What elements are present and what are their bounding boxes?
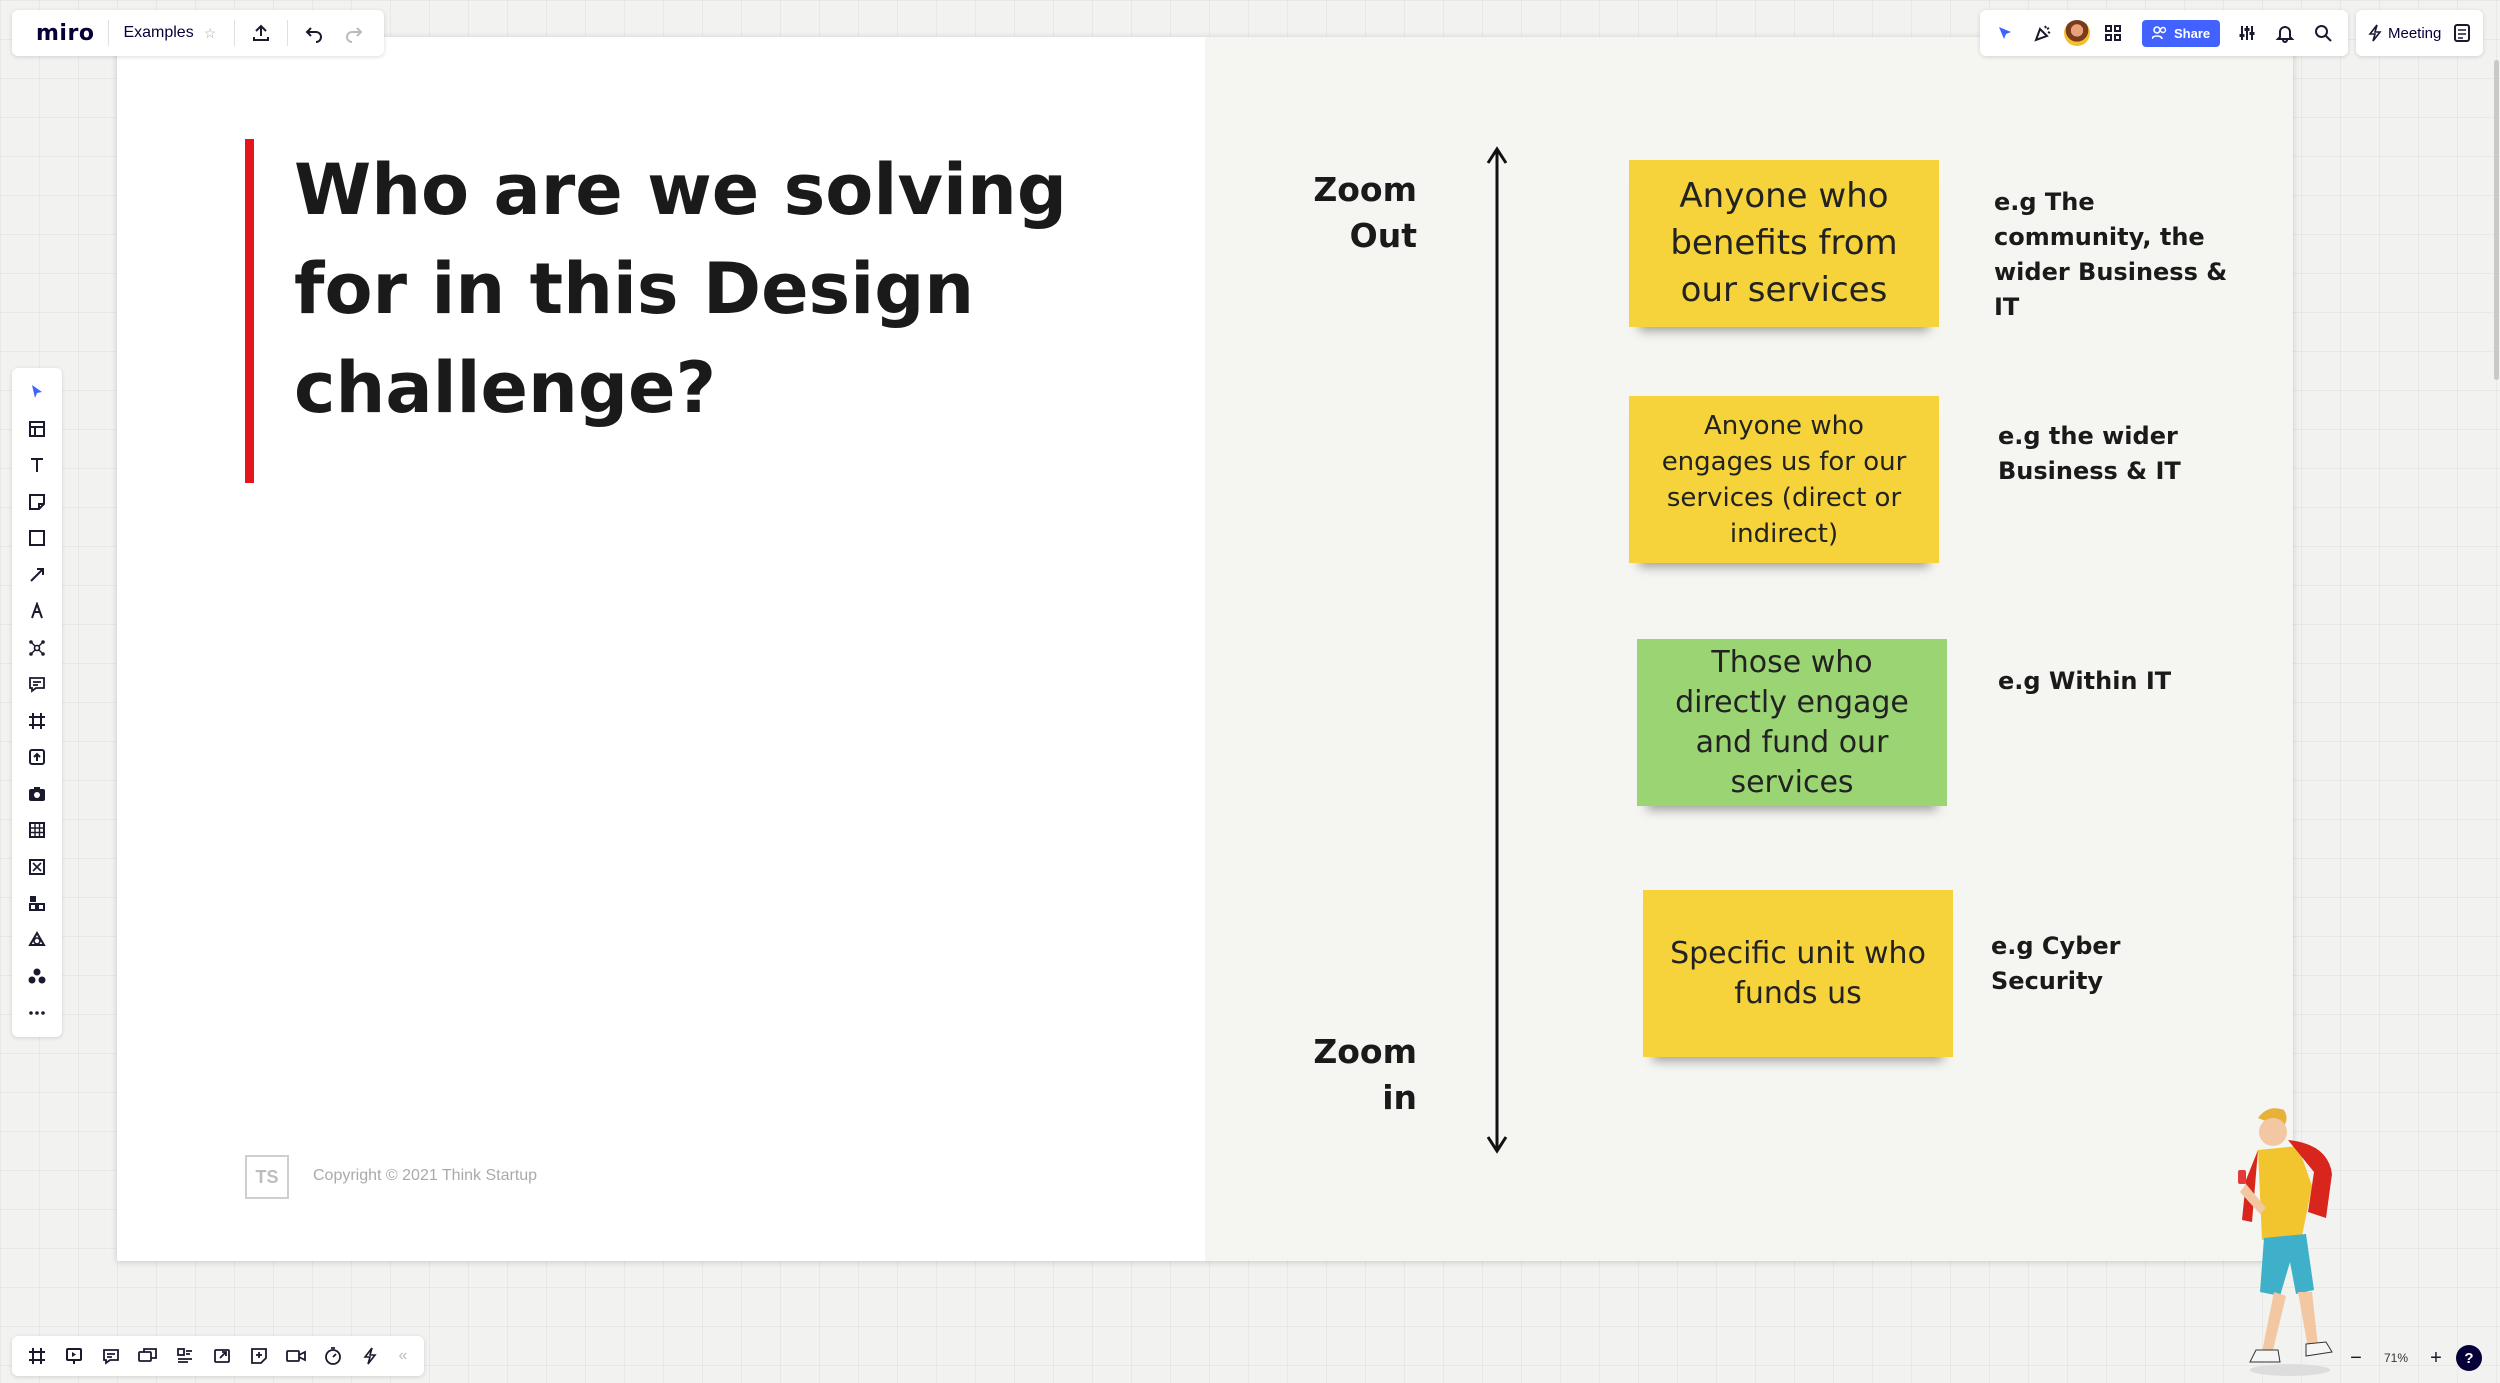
frame-icon[interactable]	[12, 703, 62, 740]
apps-grid-icon[interactable]	[2094, 13, 2132, 53]
zoom-in-button[interactable]: +	[2422, 1343, 2450, 1373]
select-icon[interactable]	[12, 374, 62, 411]
lightning-icon	[2368, 24, 2382, 42]
more-icon[interactable]	[12, 995, 62, 1032]
example-note[interactable]: e.g Within IT	[1998, 664, 2238, 699]
collaboration-bottom-toolbar: «	[12, 1336, 424, 1376]
upload-icon[interactable]	[12, 739, 62, 776]
share-label: Share	[2174, 25, 2211, 41]
search-icon[interactable]	[2306, 13, 2340, 53]
zoom-controls: − 71% + ?	[2336, 1340, 2488, 1376]
sticky-note[interactable]: Those who directly engage and fund our s…	[1637, 639, 1947, 806]
redo-icon[interactable]	[334, 13, 374, 53]
video-icon[interactable]	[277, 1336, 314, 1376]
bell-icon[interactable]	[2268, 13, 2302, 53]
sticky-note-text: Anyone who benefits from our services	[1670, 176, 1898, 310]
activity-icon[interactable]	[351, 1336, 388, 1376]
more-apps-icon[interactable]	[12, 958, 62, 995]
zoom-level[interactable]: 71%	[2376, 1351, 2416, 1365]
meeting-toolbar: Meeting	[2356, 10, 2484, 56]
users-icon	[2152, 26, 2167, 40]
miro-logo[interactable]: miro	[22, 21, 108, 46]
sticky-capture-icon[interactable]	[240, 1336, 277, 1376]
board-header: miro Examples ☆	[12, 10, 385, 56]
timer-icon[interactable]	[314, 1336, 351, 1376]
help-icon[interactable]: ?	[2456, 1345, 2482, 1371]
upload-icon[interactable]	[241, 13, 281, 53]
frames-icon[interactable]	[18, 1336, 55, 1376]
comments-icon[interactable]	[92, 1336, 129, 1376]
comment-icon[interactable]	[12, 666, 62, 703]
undo-icon[interactable]	[294, 13, 334, 53]
vertical-scrollbar[interactable]	[2494, 60, 2499, 380]
sticky-note-text: Anyone who engages us for our services (…	[1661, 410, 1907, 549]
screenshot-icon[interactable]	[12, 776, 62, 813]
collapse-icon[interactable]: «	[388, 1347, 418, 1365]
meeting-label: Meeting	[2388, 24, 2442, 42]
sticky-note[interactable]: Specific unit who funds us	[1643, 890, 1953, 1057]
example-note[interactable]: e.g the wider Business & IT	[1998, 419, 2198, 489]
example-note[interactable]: e.g Cyber Security	[1991, 929, 2231, 999]
zoom-out-button[interactable]: −	[2342, 1343, 2370, 1373]
board-name[interactable]: Examples	[108, 20, 199, 46]
sticky-note-text: Those who directly engage and fund our s…	[1675, 644, 1909, 800]
divider	[287, 20, 289, 46]
cards-icon[interactable]	[166, 1336, 203, 1376]
chat-icon[interactable]	[129, 1336, 166, 1376]
sliders-icon[interactable]	[2230, 13, 2264, 53]
cursor-follow-icon[interactable]	[1988, 13, 2022, 53]
divider	[234, 20, 236, 46]
zoom-out-label[interactable]: Zoom Out	[1277, 167, 1417, 259]
sticky-note-icon[interactable]	[12, 484, 62, 521]
slide-title[interactable]: Who are we solving for in this Design ch…	[294, 141, 1114, 438]
celebrate-icon[interactable]	[2026, 13, 2060, 53]
integration-icon[interactable]	[12, 922, 62, 959]
apps-icon[interactable]	[12, 885, 62, 922]
title-accent-bar	[245, 139, 254, 483]
zoom-in-label[interactable]: Zoom in	[1277, 1029, 1417, 1121]
example-note[interactable]: e.g The community, the wider Business & …	[1994, 185, 2234, 325]
table-icon[interactable]	[12, 812, 62, 849]
creation-toolbar	[12, 368, 62, 1037]
board-frame[interactable]: Who are we solving for in this Design ch…	[117, 37, 2293, 1261]
think-startup-logo: TS	[245, 1155, 289, 1199]
connection-line-icon[interactable]	[12, 557, 62, 594]
sticky-note[interactable]: Anyone who engages us for our services (…	[1629, 396, 1939, 563]
mind-map-icon[interactable]	[12, 630, 62, 667]
avatar[interactable]	[2064, 20, 2090, 46]
text-icon[interactable]	[12, 447, 62, 484]
shape-icon[interactable]	[12, 520, 62, 557]
templates-icon[interactable]	[12, 411, 62, 448]
sticky-note[interactable]: Anyone who benefits from our services	[1629, 160, 1939, 327]
meeting-button[interactable]: Meeting	[2368, 24, 2441, 42]
presentation-icon[interactable]	[55, 1336, 92, 1376]
copyright-text: Copyright © 2021 Think Startup	[313, 1167, 538, 1184]
share-button[interactable]: Share	[2142, 19, 2221, 47]
notes-icon[interactable]	[2453, 23, 2471, 43]
collaboration-toolbar: Share	[1980, 10, 2349, 56]
pen-icon[interactable]	[12, 593, 62, 630]
walking-person-illustration[interactable]	[2228, 1100, 2368, 1380]
embed-icon[interactable]	[12, 849, 62, 886]
star-icon[interactable]: ☆	[200, 25, 229, 42]
share-screen-icon[interactable]	[203, 1336, 240, 1376]
sticky-note-text: Specific unit who funds us	[1670, 935, 1926, 1011]
zoom-axis-arrow[interactable]	[1482, 145, 1512, 1155]
